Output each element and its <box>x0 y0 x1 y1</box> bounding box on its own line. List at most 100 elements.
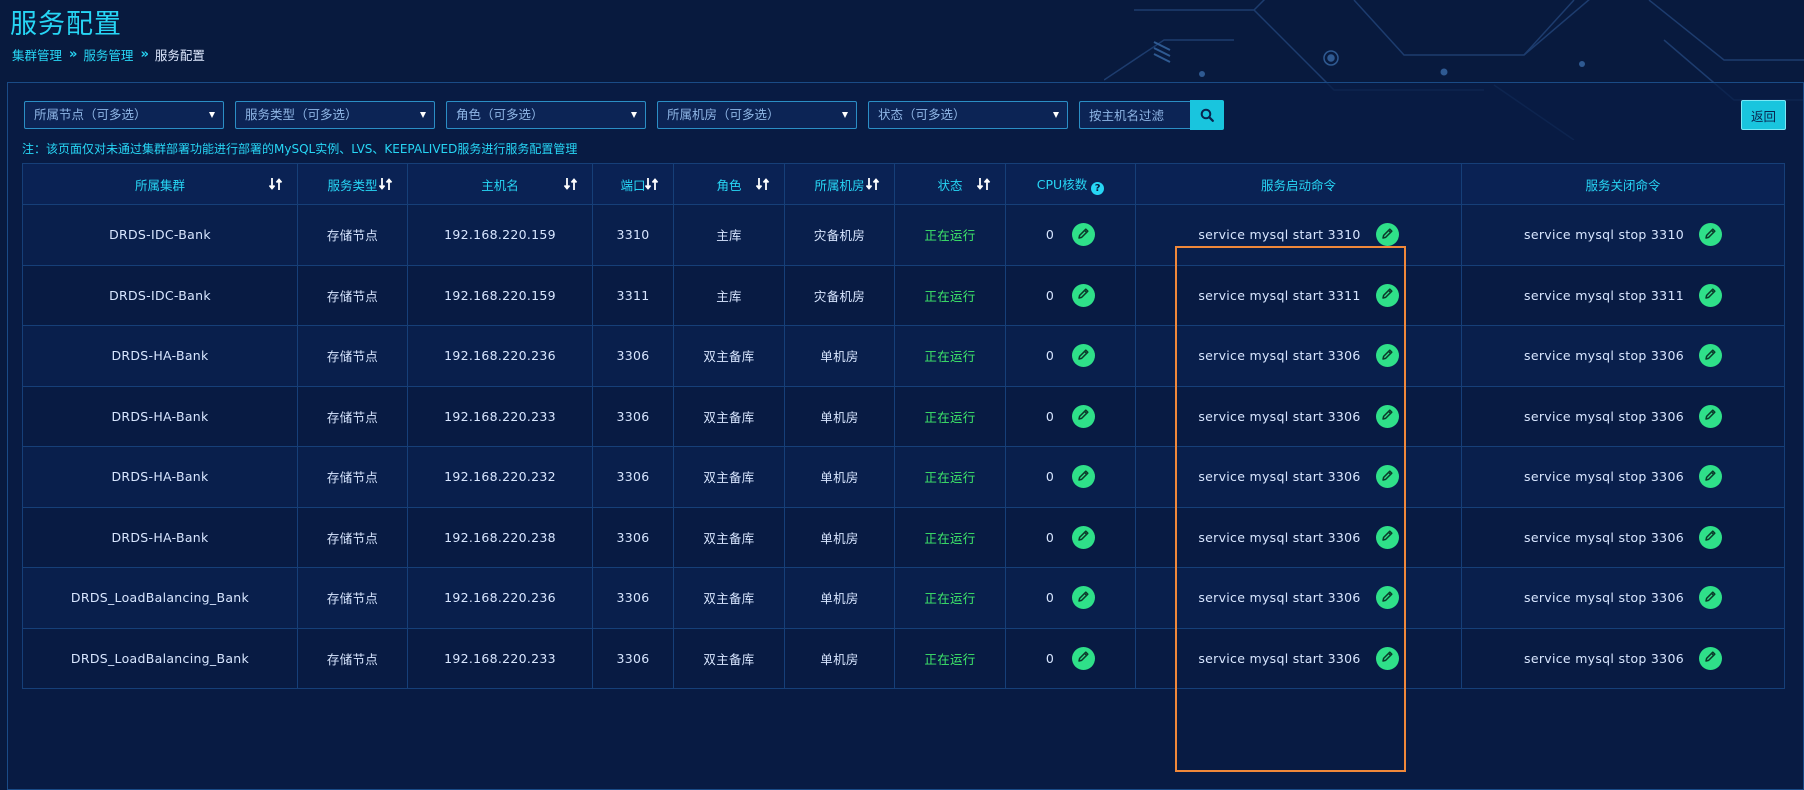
pencil-icon <box>1704 227 1717 243</box>
start-command-text: service mysql start 3306 <box>1198 529 1361 545</box>
edit-start-command-button[interactable] <box>1375 525 1399 549</box>
cell-port: 3310 <box>592 204 674 266</box>
edit-cpu-button[interactable] <box>1072 344 1096 368</box>
sort-icon[interactable] <box>564 177 578 191</box>
edit-start-command-button[interactable] <box>1375 586 1399 610</box>
cell-status: 正在运行 <box>894 325 1006 387</box>
edit-start-command-button[interactable] <box>1375 646 1399 670</box>
edit-cpu-button[interactable] <box>1072 586 1096 610</box>
breadcrumb-current: 服务配置 <box>154 48 205 63</box>
header-status[interactable]: 状态 <box>894 163 1006 205</box>
cell-role: 双主备库 <box>673 506 785 568</box>
edit-cpu-button[interactable] <box>1072 404 1096 428</box>
cell-role: 双主备库 <box>673 325 785 387</box>
edit-stop-command-button[interactable] <box>1698 283 1722 307</box>
edit-start-command-button[interactable] <box>1375 344 1399 368</box>
header-cluster[interactable]: 所属集群 <box>22 163 298 205</box>
edit-stop-command-button[interactable] <box>1698 223 1722 247</box>
edit-cpu-button[interactable] <box>1072 465 1096 489</box>
header-role[interactable]: 角色 <box>673 163 785 205</box>
edit-start-command-button[interactable] <box>1375 223 1399 247</box>
edit-stop-command-button[interactable] <box>1698 525 1722 549</box>
header-start-command: 服务启动命令 <box>1135 163 1462 205</box>
edit-cpu-button[interactable] <box>1072 283 1096 307</box>
status-text: 正在运行 <box>924 530 976 546</box>
table-row: DRDS-HA-Bank 存储节点 192.168.220.232 3306 双主备库 单… <box>22 446 1785 508</box>
cell-hostname: 192.168.220.233 <box>407 385 593 447</box>
start-command-wrapper: service mysql start 3306 <box>1136 646 1461 670</box>
sort-icon[interactable] <box>645 177 659 191</box>
cell-cluster: DRDS_LoadBalancing_Bank <box>22 627 298 689</box>
start-command-text: service mysql start 3306 <box>1198 590 1361 606</box>
hostname-search-input[interactable] <box>1079 101 1190 129</box>
header-role-label: 角色 <box>716 177 742 193</box>
help-icon[interactable]: ? <box>1091 181 1105 195</box>
edit-cpu-button[interactable] <box>1072 646 1096 670</box>
cell-room: 灾备机房 <box>784 264 895 326</box>
pencil-icon <box>1381 227 1394 243</box>
stop-command-text: service mysql stop 3311 <box>1524 287 1684 303</box>
cell-room: 灾备机房 <box>784 204 895 266</box>
stop-command-wrapper: service mysql stop 3306 <box>1462 465 1784 489</box>
service-type-filter-select[interactable]: 服务类型（可多选） <box>235 101 435 129</box>
edit-cpu-button[interactable] <box>1072 223 1096 247</box>
cell-start-command: service mysql start 3306 <box>1135 446 1462 508</box>
edit-start-command-button[interactable] <box>1375 404 1399 428</box>
edit-stop-command-button[interactable] <box>1698 586 1722 610</box>
chevron-down-icon <box>420 112 426 118</box>
sort-icon[interactable] <box>756 177 770 191</box>
pencil-icon <box>1704 469 1717 485</box>
cell-room: 单机房 <box>784 567 895 629</box>
cell-service-type: 存储节点 <box>297 385 408 447</box>
pencil-icon <box>1704 408 1717 424</box>
status-filter-select[interactable]: 状态（可多选） <box>868 101 1068 129</box>
stop-command-text: service mysql stop 3306 <box>1524 529 1684 545</box>
start-command-text: service mysql start 3306 <box>1198 650 1361 666</box>
edit-stop-command-button[interactable] <box>1698 404 1722 428</box>
breadcrumb-cluster-management[interactable]: 集群管理 <box>12 45 62 64</box>
header-port[interactable]: 端口 <box>592 163 674 205</box>
search-icon <box>1200 108 1214 122</box>
breadcrumb-service-management[interactable]: 服务管理 <box>83 45 133 64</box>
service-type-text: 存储节点 <box>326 409 379 425</box>
cluster-text: DRDS-HA-Bank <box>111 529 209 545</box>
hostname-text: 192.168.220.238 <box>444 529 556 545</box>
role-text: 双主备库 <box>703 349 755 365</box>
edit-cpu-button[interactable] <box>1072 525 1096 549</box>
cell-stop-command: service mysql stop 3311 <box>1461 264 1785 326</box>
edit-stop-command-button[interactable] <box>1698 646 1722 670</box>
header-room[interactable]: 所属机房 <box>784 163 895 205</box>
edit-stop-command-button[interactable] <box>1698 344 1722 368</box>
role-text: 双主备库 <box>703 591 755 607</box>
role-text: 双主备库 <box>703 530 755 546</box>
stop-command-wrapper: service mysql stop 3306 <box>1462 586 1784 610</box>
room-filter-select[interactable]: 所属机房（可多选） <box>657 101 857 129</box>
cpu-value: 0 <box>1045 348 1055 364</box>
table-body: DRDS-IDC-Bank 存储节点 192.168.220.159 3310 主库 灾备… <box>22 204 1785 689</box>
cell-port: 3306 <box>592 325 674 387</box>
sort-icon[interactable] <box>269 177 283 191</box>
cell-cluster: DRDS-HA-Bank <box>22 506 298 568</box>
role-filter-select[interactable]: 角色（可多选） <box>446 101 646 129</box>
header-service-type[interactable]: 服务类型 <box>297 163 408 205</box>
edit-start-command-button[interactable] <box>1375 465 1399 489</box>
role-text: 双主备库 <box>703 409 755 425</box>
table-row: DRDS_LoadBalancing_Bank 存储节点 192.168.220.2… <box>22 627 1785 689</box>
service-type-text: 存储节点 <box>326 591 379 607</box>
status-text: 正在运行 <box>924 651 976 667</box>
cluster-text: DRDS-IDC-Bank <box>109 227 211 243</box>
sort-icon[interactable] <box>379 177 393 191</box>
node-filter-select[interactable]: 所属节点（可多选） <box>24 101 224 129</box>
status-text: 正在运行 <box>924 228 976 244</box>
sort-icon[interactable] <box>977 177 991 191</box>
edit-stop-command-button[interactable] <box>1698 465 1722 489</box>
search-button[interactable] <box>1190 100 1224 130</box>
hostname-text: 192.168.220.236 <box>444 590 556 606</box>
pencil-icon <box>1704 348 1717 364</box>
cell-role: 双主备库 <box>673 567 785 629</box>
edit-start-command-button[interactable] <box>1375 283 1399 307</box>
header-hostname[interactable]: 主机名 <box>407 163 593 205</box>
back-button[interactable]: 返回 <box>1741 100 1786 130</box>
sort-icon[interactable] <box>866 177 880 191</box>
service-config-table: 所属集群 服务类型 主机名 端口 角色 所属机房 状态 CPU核数? 服务启动命… <box>22 163 1785 689</box>
